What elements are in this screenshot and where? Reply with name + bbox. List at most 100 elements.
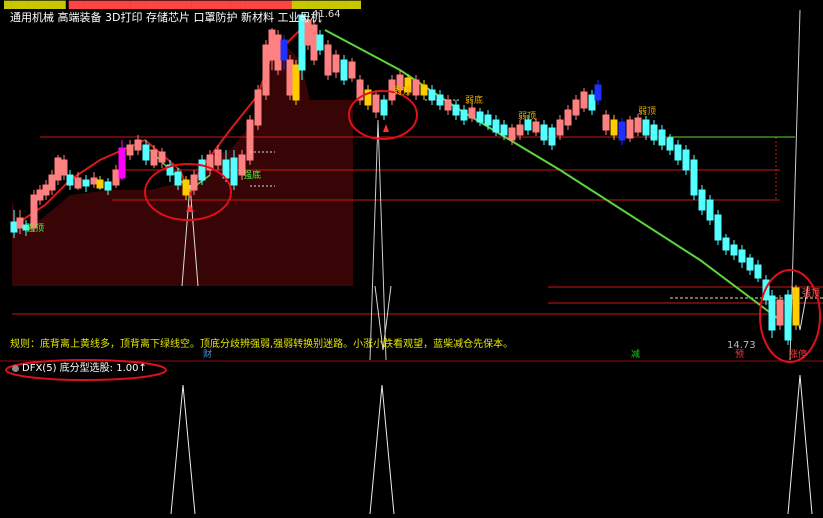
candle-body-95 xyxy=(730,244,738,256)
indicator-label: 底分型选股: xyxy=(59,363,114,374)
candle-body-77 xyxy=(588,94,596,111)
candle-body-14 xyxy=(104,181,112,191)
strong-bottom-stamp: 强底 xyxy=(243,171,262,181)
forecast-event-label[interactable]: 预 xyxy=(735,351,744,360)
candle-body-35 xyxy=(268,29,276,61)
candle-body-63 xyxy=(476,111,484,123)
spike-lower-1 xyxy=(369,384,395,515)
candle-body-59 xyxy=(444,99,452,111)
candle-body-94 xyxy=(722,237,730,251)
candle-body-50 xyxy=(372,94,380,113)
spike-mid xyxy=(369,119,387,361)
reduce-event-label[interactable]: 减 xyxy=(631,351,640,360)
candle-body-78 xyxy=(594,84,602,101)
candle-body-97 xyxy=(746,257,754,271)
candle-body-70 xyxy=(532,121,540,133)
candle-body-103 xyxy=(792,287,800,326)
candle-body-87 xyxy=(666,137,674,151)
candle-body-7 xyxy=(54,157,62,181)
candle-body-93 xyxy=(714,214,722,241)
candle-body-28 xyxy=(214,149,222,166)
candle-body-62 xyxy=(468,107,476,119)
chart-canvas[interactable] xyxy=(0,0,823,515)
candle-body-84 xyxy=(642,119,650,136)
candle-body-79 xyxy=(602,114,610,131)
candle-body-12 xyxy=(90,177,98,185)
candle-body-19 xyxy=(142,144,150,161)
candle-body-46 xyxy=(340,59,348,81)
candle-body-67 xyxy=(508,127,516,141)
candle-body-11 xyxy=(82,179,90,187)
candle-body-51 xyxy=(380,99,388,116)
candle-body-72 xyxy=(548,127,556,146)
candle-body-45 xyxy=(332,54,340,73)
candle-body-20 xyxy=(150,149,158,166)
candle-body-86 xyxy=(658,129,666,146)
candle-body-24 xyxy=(182,179,190,196)
candle-body-47 xyxy=(348,61,356,79)
candle-body-96 xyxy=(738,249,746,263)
indicator-legend[interactable]: DFX(5) 底分型选股: 1.00↑ xyxy=(12,364,147,374)
candle-body-23 xyxy=(174,171,182,186)
candle-body-30 xyxy=(230,157,238,186)
weak-bottom-stamp: 弱底 xyxy=(465,96,484,106)
candle-body-60 xyxy=(452,104,460,116)
candle-body-18 xyxy=(134,139,142,151)
candle-body-92 xyxy=(706,199,714,221)
candle-body-1 xyxy=(16,217,24,229)
candle-body-0 xyxy=(10,221,18,233)
candle-body-9 xyxy=(66,174,74,186)
candle-body-15 xyxy=(112,169,120,186)
indicator-settings-icon[interactable] xyxy=(12,364,19,372)
candle-body-43 xyxy=(316,34,324,51)
candle-body-80 xyxy=(610,119,618,136)
candle-body-25 xyxy=(190,174,198,191)
candle-body-64 xyxy=(484,114,492,126)
weak-top-stamp: 弱顶 xyxy=(518,112,537,122)
candle-body-5 xyxy=(42,184,50,196)
candle-body-34 xyxy=(262,44,270,96)
candle-body-33 xyxy=(254,89,262,126)
candle-body-90 xyxy=(690,159,698,196)
candle-body-36 xyxy=(274,34,282,71)
candle-body-73 xyxy=(556,119,564,136)
candle-body-71 xyxy=(540,124,548,141)
candle-body-39 xyxy=(292,64,300,101)
candle-body-76 xyxy=(580,91,588,109)
candle-body-57 xyxy=(428,89,436,101)
candle-body-74 xyxy=(564,109,572,126)
candle-body-10 xyxy=(74,177,82,189)
price-high-marker: 41.64 xyxy=(312,9,341,20)
candle-body-68 xyxy=(516,124,524,136)
candle-body-91 xyxy=(698,189,706,211)
candle-body-8 xyxy=(60,159,68,176)
candle-body-82 xyxy=(626,119,634,139)
limit-up-label[interactable]: 涨停 xyxy=(789,351,807,360)
candle-body-42 xyxy=(310,24,318,61)
candle-body-38 xyxy=(286,59,294,96)
indicator-name: DFX(5) xyxy=(22,363,57,374)
candle-body-101 xyxy=(776,299,784,326)
up-arrow-icon: ↑ xyxy=(138,363,147,374)
up-arrow-marker-2 xyxy=(383,124,389,132)
green-trend-line xyxy=(324,29,781,321)
candle-body-102 xyxy=(784,294,792,341)
candle-body-44 xyxy=(324,44,332,76)
candle-body-61 xyxy=(460,109,468,121)
candle-body-83 xyxy=(634,117,642,133)
candle-body-66 xyxy=(500,124,508,136)
left-strong-stamp: 强顶 xyxy=(26,224,45,234)
candle-body-100 xyxy=(768,295,776,331)
finance-event-label[interactable]: 财 xyxy=(203,351,212,360)
kline-chart[interactable] xyxy=(0,0,823,515)
candle-body-81 xyxy=(618,121,626,141)
candle-body-37 xyxy=(280,39,288,61)
candle-body-55 xyxy=(412,79,420,96)
indicator-value: 1.00 xyxy=(116,363,139,374)
candle-body-21 xyxy=(158,151,166,163)
candle-body-88 xyxy=(674,144,682,161)
candle-body-4 xyxy=(36,189,44,201)
candle-body-89 xyxy=(682,149,690,171)
sector-tags: 通用机械 高端装备 3D打印 存储芯片 口罩防护 新材料 工业母机 xyxy=(10,11,322,24)
candle-body-6 xyxy=(48,174,56,191)
